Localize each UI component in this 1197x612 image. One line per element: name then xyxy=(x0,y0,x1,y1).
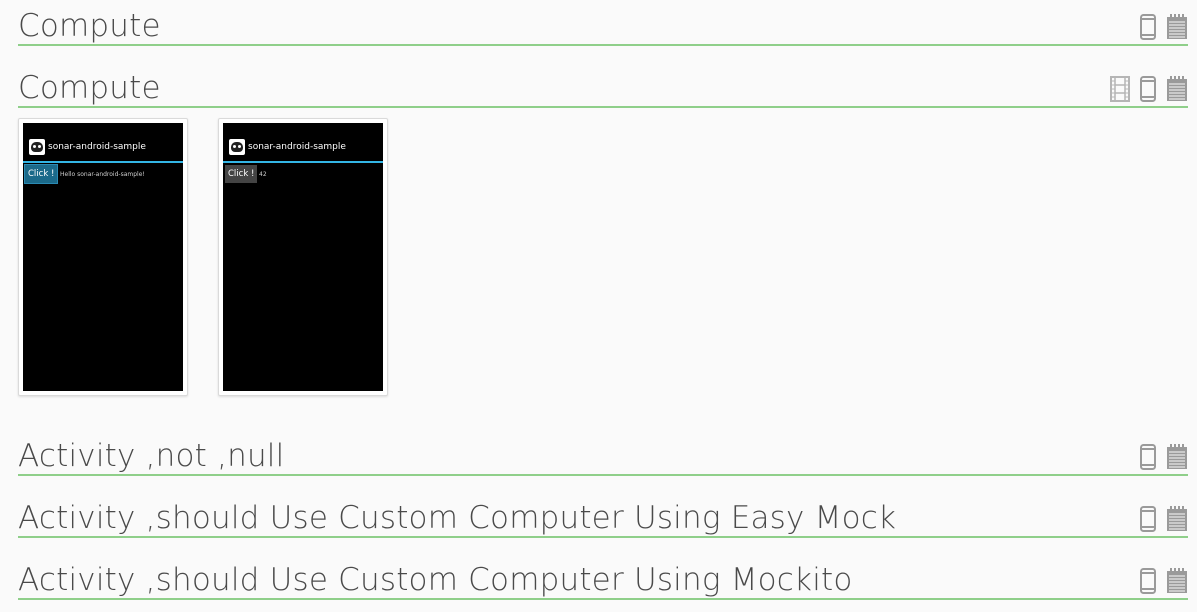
section-title: Compute xyxy=(18,8,161,44)
action-bar: sonar-android-sample xyxy=(23,137,183,163)
device-icon[interactable] xyxy=(1140,506,1156,532)
click-button: Click ! xyxy=(23,164,59,184)
device-screen: sonar-android-sample Click ! Hello sonar… xyxy=(23,123,183,391)
log-icon[interactable] xyxy=(1166,444,1188,470)
device-screen: sonar-android-sample Click ! 42 xyxy=(223,123,383,391)
section-title: Compute xyxy=(18,70,161,106)
log-icon[interactable] xyxy=(1166,568,1188,594)
app-icon xyxy=(229,139,245,155)
result-message: 42 xyxy=(259,171,267,178)
screenshot-thumbnail[interactable]: sonar-android-sample Click ! 42 xyxy=(218,118,388,396)
test-section-compute-2: Compute xyxy=(18,70,1188,108)
click-button: Click ! xyxy=(225,165,258,183)
test-section-easy-mock: Activity ,should Use Custom Computer Usi… xyxy=(18,500,1188,538)
app-icon xyxy=(29,139,45,155)
screenshot-thumbnail[interactable]: sonar-android-sample Click ! Hello sonar… xyxy=(18,118,188,396)
device-icon[interactable] xyxy=(1140,568,1156,594)
section-title: Activity ,should Use Custom Computer Usi… xyxy=(18,562,853,598)
film-icon[interactable] xyxy=(1110,76,1130,102)
app-title: sonar-android-sample xyxy=(48,142,146,152)
section-title: Activity ,should Use Custom Computer Usi… xyxy=(18,500,897,536)
section-title: Activity ,not ,null xyxy=(18,438,285,474)
test-section-compute-1: Compute xyxy=(18,8,1188,46)
result-message: Hello sonar-android-sample! xyxy=(60,171,145,178)
action-bar: sonar-android-sample xyxy=(223,137,383,163)
app-title: sonar-android-sample xyxy=(248,142,346,152)
test-section-mockito: Activity ,should Use Custom Computer Usi… xyxy=(18,562,1188,600)
log-icon[interactable] xyxy=(1166,506,1188,532)
device-icon[interactable] xyxy=(1140,444,1156,470)
device-icon[interactable] xyxy=(1140,14,1156,40)
device-icon[interactable] xyxy=(1140,76,1156,102)
test-section-activity-not-null: Activity ,not ,null xyxy=(18,438,1188,476)
log-icon[interactable] xyxy=(1166,76,1188,102)
log-icon[interactable] xyxy=(1166,14,1188,40)
